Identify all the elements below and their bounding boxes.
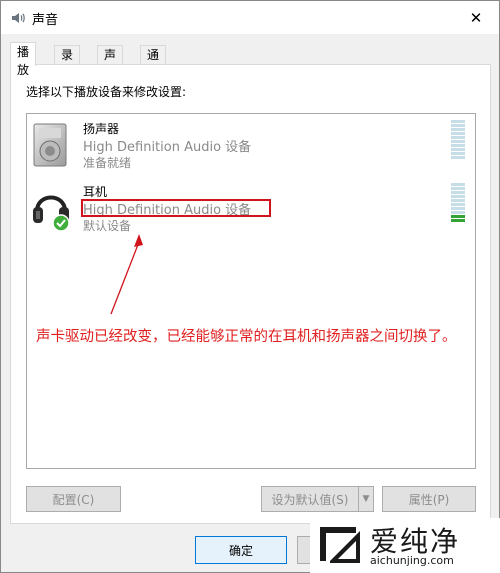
tab-communications[interactable]: 通信 bbox=[140, 45, 167, 80]
ok-button[interactable]: 确定 bbox=[195, 536, 287, 564]
window-title: 声音 bbox=[32, 13, 59, 28]
tab-playback[interactable]: 播放 bbox=[10, 42, 37, 77]
title-bar: 声音 ✕ bbox=[1, 1, 499, 34]
playback-panel: 选择以下播放设备来修改设置: 扬声器 High Definition Audio… bbox=[10, 64, 491, 524]
annotation-arrow bbox=[110, 234, 143, 315]
set-default-button[interactable]: 设为默认值(S) bbox=[261, 486, 359, 512]
configure-button[interactable]: 配置(C) bbox=[26, 486, 121, 512]
logo-icon bbox=[320, 527, 360, 563]
close-button[interactable]: ✕ bbox=[453, 1, 499, 34]
watermark: 爱纯净 aichunjing.com bbox=[310, 518, 500, 573]
set-default-dropdown-button[interactable]: ▼ bbox=[358, 486, 374, 512]
tab-sounds[interactable]: 声音 bbox=[97, 45, 124, 80]
chevron-down-icon: ▼ bbox=[362, 494, 370, 504]
watermark-url: aichunjing.com bbox=[370, 554, 454, 567]
device-list[interactable]: 扬声器 High Definition Audio 设备 准备就绪 耳机 Hig… bbox=[26, 113, 476, 469]
instruction-text: 选择以下播放设备来修改设置: bbox=[26, 85, 187, 99]
tab-recording[interactable]: 录制 bbox=[54, 45, 81, 80]
annotation-text: 声卡驱动已经改变，已经能够正常的在耳机和扬声器之间切换了。 bbox=[36, 329, 457, 345]
close-icon: ✕ bbox=[469, 8, 483, 27]
sound-dialog: 声音 ✕ 播放 录制 声音 通信 选择以下播放设备来修改设置: bbox=[0, 0, 500, 573]
speaker-icon bbox=[12, 13, 25, 23]
properties-button[interactable]: 属性(P) bbox=[382, 486, 476, 512]
